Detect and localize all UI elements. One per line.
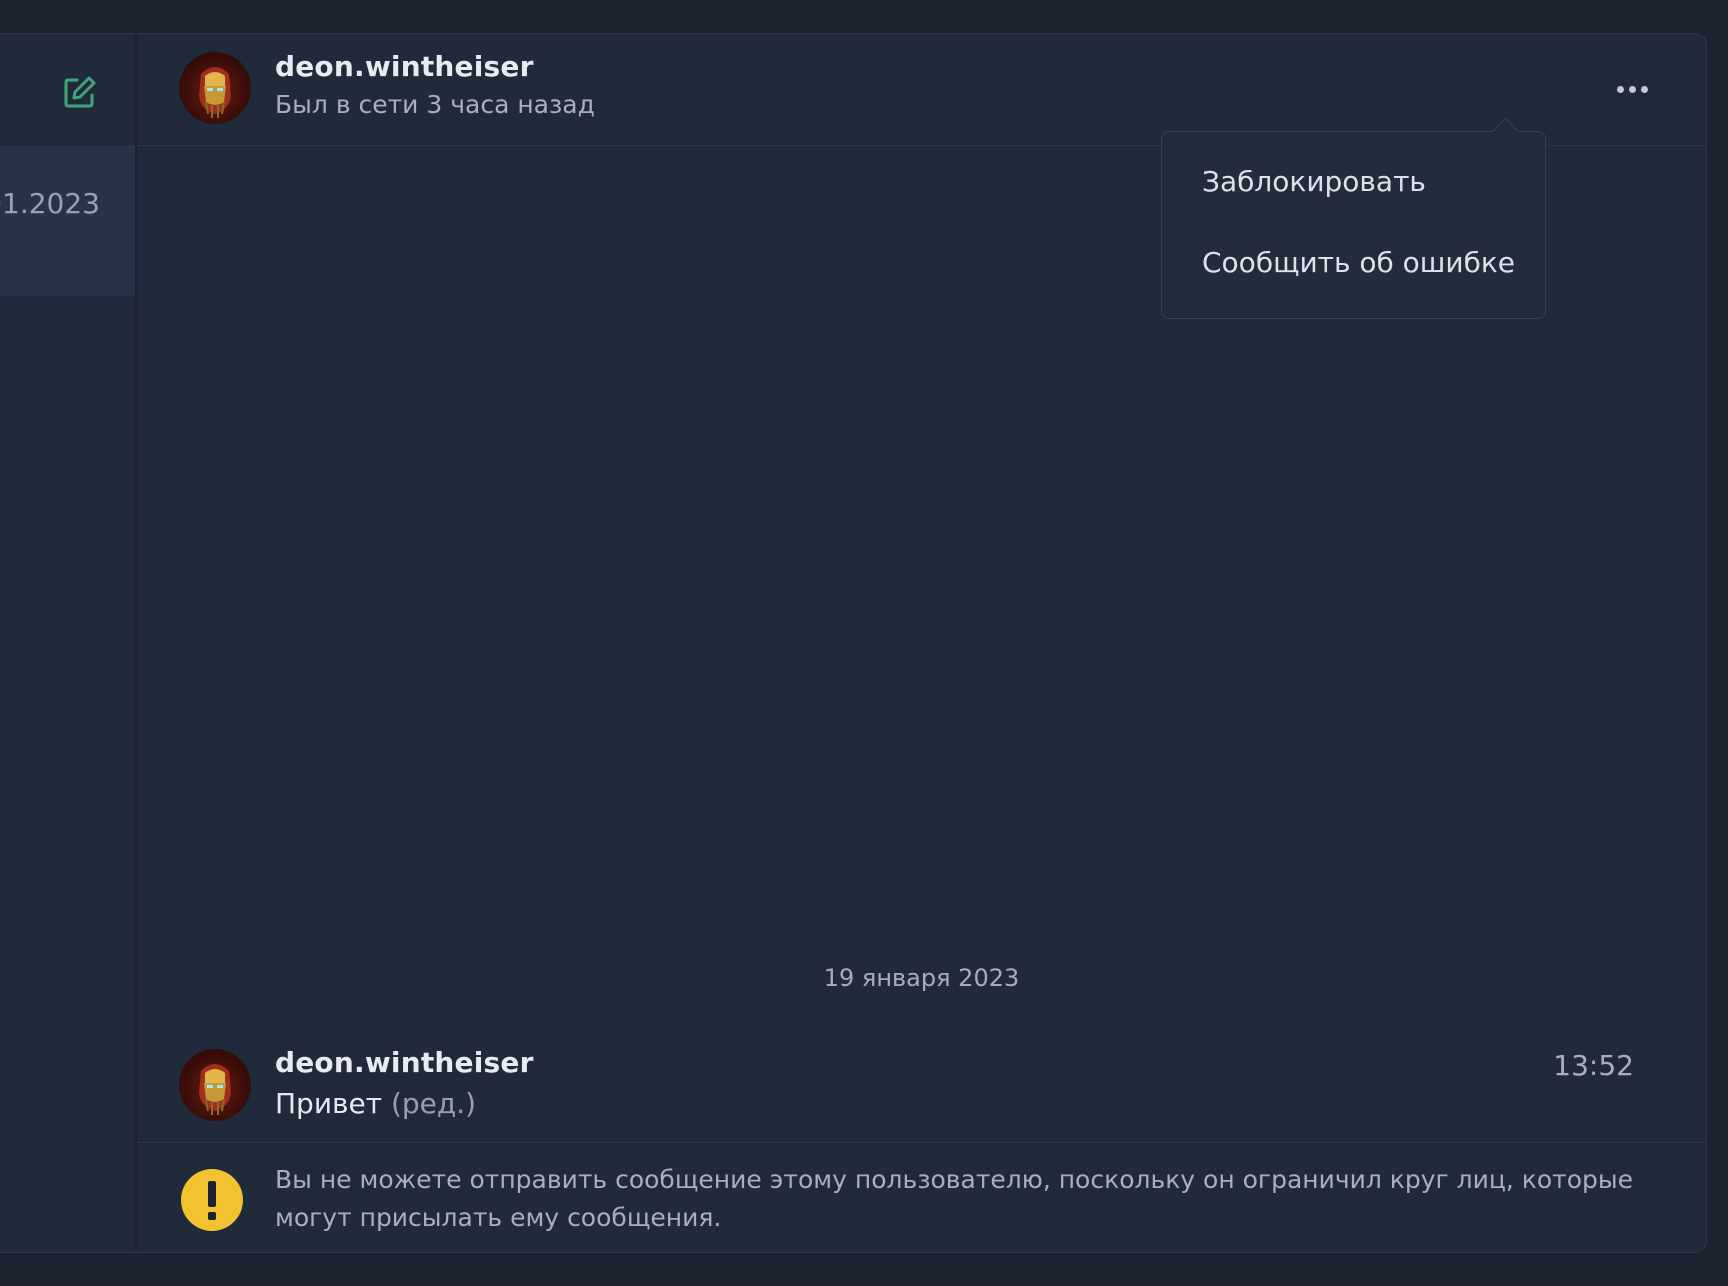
sidebar-header	[0, 34, 135, 147]
edit-icon	[64, 76, 96, 108]
more-options-button[interactable]	[1608, 74, 1656, 104]
edited-label: (ред.)	[390, 1087, 477, 1120]
ellipsis-icon	[1616, 85, 1624, 93]
avatar[interactable]	[179, 1049, 251, 1121]
compose-button[interactable]	[62, 74, 98, 110]
ellipsis-icon	[1640, 85, 1648, 93]
message-body: Привет	[275, 1087, 383, 1120]
blocked-notice: Вы не можете отправить сообщение этому п…	[137, 1142, 1706, 1252]
warning-icon	[181, 1169, 243, 1231]
menu-item-report-bug[interactable]: Сообщить об ошибке	[1202, 246, 1515, 279]
options-dropdown-menu: Заблокировать Сообщить об ошибке	[1161, 131, 1546, 319]
chat-list-item[interactable]: 01.2023	[0, 147, 135, 296]
conversation-header: deon.wintheiser Был в сети 3 часа назад	[137, 34, 1706, 146]
contact-username[interactable]: deon.wintheiser	[275, 50, 534, 83]
message-text: Привет (ред.)	[275, 1087, 476, 1120]
ellipsis-icon	[1628, 85, 1636, 93]
menu-item-block[interactable]: Заблокировать	[1202, 165, 1426, 198]
message-author[interactable]: deon.wintheiser	[275, 1046, 534, 1079]
message-time: 13:52	[1553, 1049, 1634, 1082]
notice-text: Вы не можете отправить сообщение этому п…	[275, 1165, 1634, 1232]
chat-list-sidebar: 01.2023	[0, 34, 137, 1252]
contact-status: Был в сети 3 часа назад	[275, 90, 595, 119]
date-separator: 19 января 2023	[823, 964, 1020, 992]
chat-item-date: 01.2023	[0, 187, 100, 220]
avatar[interactable]	[179, 52, 251, 124]
